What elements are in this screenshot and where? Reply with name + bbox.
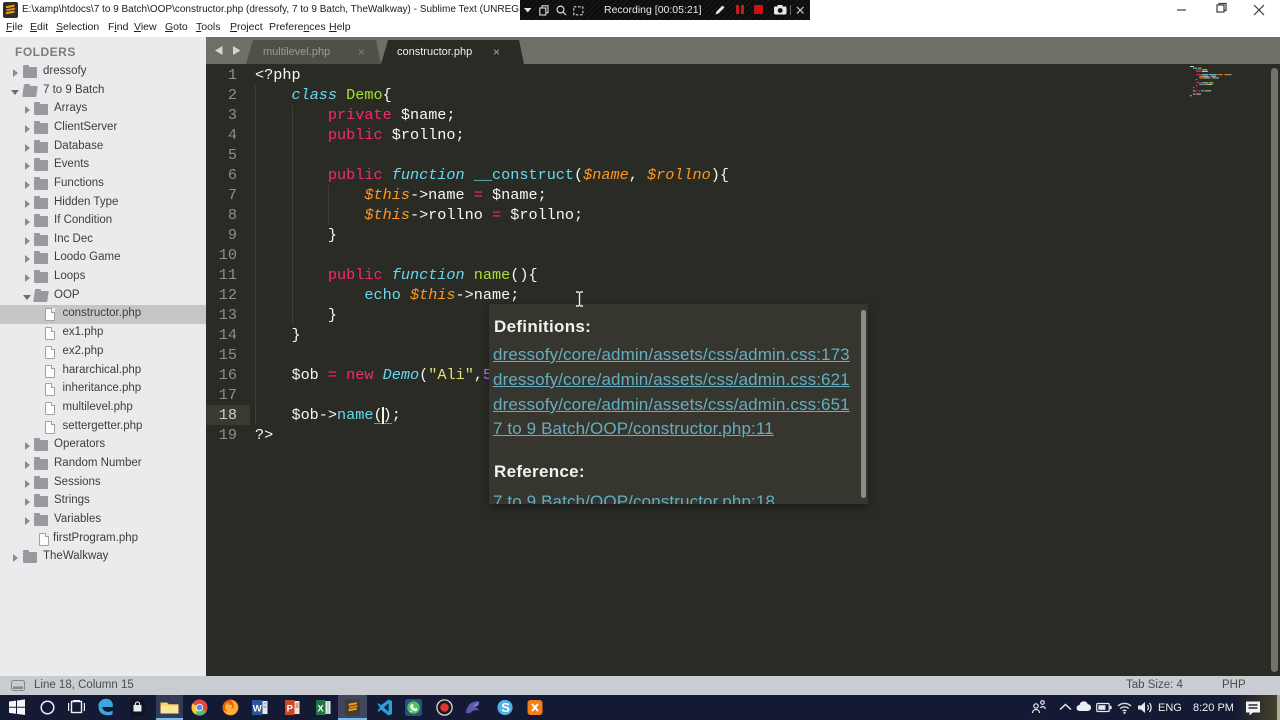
svg-text:X: X: [317, 704, 324, 715]
svg-text:S: S: [501, 700, 510, 715]
svg-text:P: P: [287, 704, 294, 715]
svg-text:W: W: [253, 704, 262, 715]
